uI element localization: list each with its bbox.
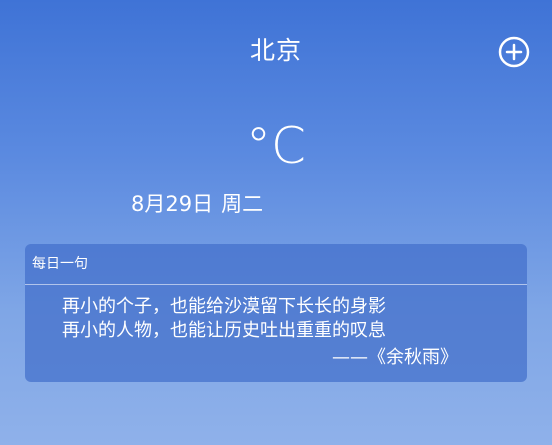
weekday-text: 周二: [221, 192, 264, 216]
daily-quote-title: 每日一句: [25, 244, 527, 285]
city-title: 北京: [249, 36, 302, 65]
date-row: 8月29日 周二: [131, 188, 263, 220]
temperature-display: °C: [246, 117, 306, 175]
quote-author: ——《余秋雨》: [332, 347, 458, 368]
plus-circle-icon: [498, 36, 530, 68]
add-city-button[interactable]: [498, 36, 530, 68]
daily-quote-body: 再小的个子，也能给沙漠留下长长的身影 再小的人物，也能让历史吐出重重的叹息 ——…: [25, 285, 527, 373]
quote-line-1: 再小的个子，也能给沙漠留下长长的身影: [62, 296, 386, 317]
date-text: 8月29日: [131, 192, 214, 216]
daily-quote-card: 每日一句 再小的个子，也能给沙漠留下长长的身影 再小的人物，也能让历史吐出重重的…: [25, 244, 527, 382]
quote-line-2: 再小的人物，也能让历史吐出重重的叹息: [62, 320, 386, 341]
